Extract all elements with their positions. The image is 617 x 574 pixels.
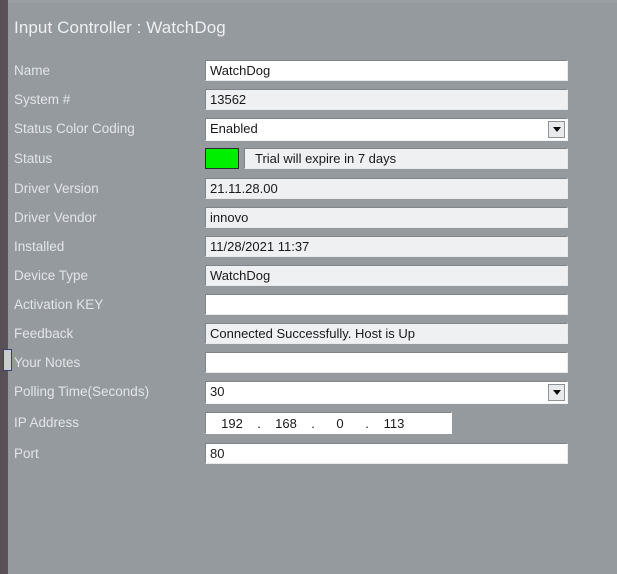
port-field[interactable]: 80	[205, 443, 568, 464]
name-field[interactable]: WatchDog	[205, 60, 568, 81]
label-installed: Installed	[14, 239, 65, 254]
row-ip-address: IP Address 192 . 168 . 0 . 113	[0, 412, 617, 436]
status-color-coding-select[interactable]: Enabled	[205, 118, 568, 141]
ip-octet-3[interactable]: 0	[320, 416, 360, 431]
label-ip-address: IP Address	[14, 415, 80, 430]
row-polling-time: Polling Time(Seconds) 30	[0, 381, 617, 405]
driver-vendor-field[interactable]: innovo	[205, 207, 568, 228]
ip-octet-4[interactable]: 113	[374, 416, 414, 431]
label-your-notes: Your Notes	[14, 355, 81, 370]
label-system-number: System #	[14, 92, 71, 107]
label-driver-vendor: Driver Vendor	[14, 210, 97, 225]
port-field-value: 80	[210, 446, 225, 461]
row-system-number: System # 13562	[0, 89, 617, 113]
feedback-field[interactable]: Connected Successfully. Host is Up	[205, 323, 568, 344]
driver-version-field[interactable]: 21.11.28.00	[205, 178, 568, 199]
ip-separator-2: .	[311, 415, 315, 431]
status-color-swatch	[205, 148, 239, 169]
row-status: Status Trial will expire in 7 days	[0, 148, 617, 172]
label-device-type: Device Type	[14, 268, 89, 283]
label-name: Name	[14, 63, 51, 78]
system-number-field[interactable]: 13562	[205, 89, 568, 110]
polling-time-select[interactable]: 30	[205, 381, 568, 404]
row-driver-vendor: Driver Vendor innovo	[0, 207, 617, 231]
chevron-down-icon[interactable]	[548, 121, 565, 138]
feedback-field-value: Connected Successfully. Host is Up	[210, 326, 415, 341]
status-message-text: Trial will expire in 7 days	[255, 151, 397, 166]
label-status: Status	[14, 151, 53, 166]
row-device-type: Device Type WatchDog	[0, 265, 617, 289]
ip-octet-1[interactable]: 192	[212, 416, 252, 431]
device-type-field[interactable]: WatchDog	[205, 265, 568, 286]
row-name: Name WatchDog	[0, 60, 617, 84]
row-feedback: Feedback Connected Successfully. Host is…	[0, 323, 617, 347]
status-message-field: Trial will expire in 7 days	[244, 148, 568, 169]
installed-field-value: 11/28/2021 11:37	[210, 239, 310, 254]
activation-key-field[interactable]	[205, 294, 568, 315]
label-activation-key: Activation KEY	[14, 297, 104, 312]
ip-octet-2[interactable]: 168	[266, 416, 306, 431]
device-type-field-value: WatchDog	[210, 268, 271, 283]
label-status-color-coding: Status Color Coding	[14, 121, 135, 136]
label-driver-version: Driver Version	[14, 181, 99, 196]
row-status-color-coding: Status Color Coding Enabled	[0, 118, 617, 142]
label-polling-time: Polling Time(Seconds)	[14, 384, 150, 399]
ip-separator-3: .	[365, 415, 369, 431]
page-title: Input Controller : WatchDog	[14, 18, 226, 37]
polling-time-value: 30	[210, 384, 225, 399]
row-your-notes: Your Notes	[0, 352, 617, 376]
ip-separator-1: .	[257, 415, 261, 431]
installed-field[interactable]: 11/28/2021 11:37	[205, 236, 568, 257]
ip-address-field[interactable]: 192 . 168 . 0 . 113	[205, 412, 452, 434]
driver-vendor-field-value: innovo	[210, 210, 249, 225]
label-port: Port	[14, 446, 39, 461]
row-driver-version: Driver Version 21.11.28.00	[0, 178, 617, 202]
label-feedback: Feedback	[14, 326, 74, 341]
name-field-value: WatchDog	[210, 63, 271, 78]
row-installed: Installed 11/28/2021 11:37	[0, 236, 617, 260]
row-activation-key: Activation KEY	[0, 294, 617, 318]
status-color-coding-value: Enabled	[210, 121, 258, 136]
driver-version-field-value: 21.11.28.00	[210, 181, 278, 196]
row-port: Port 80	[0, 443, 617, 467]
input-controller-window: Input Controller : WatchDog Name WatchDo…	[0, 0, 617, 574]
system-number-field-value: 13562	[210, 92, 247, 107]
chevron-down-icon[interactable]	[548, 384, 565, 401]
your-notes-field[interactable]	[205, 352, 568, 373]
window-top-edge	[0, 0, 617, 3]
